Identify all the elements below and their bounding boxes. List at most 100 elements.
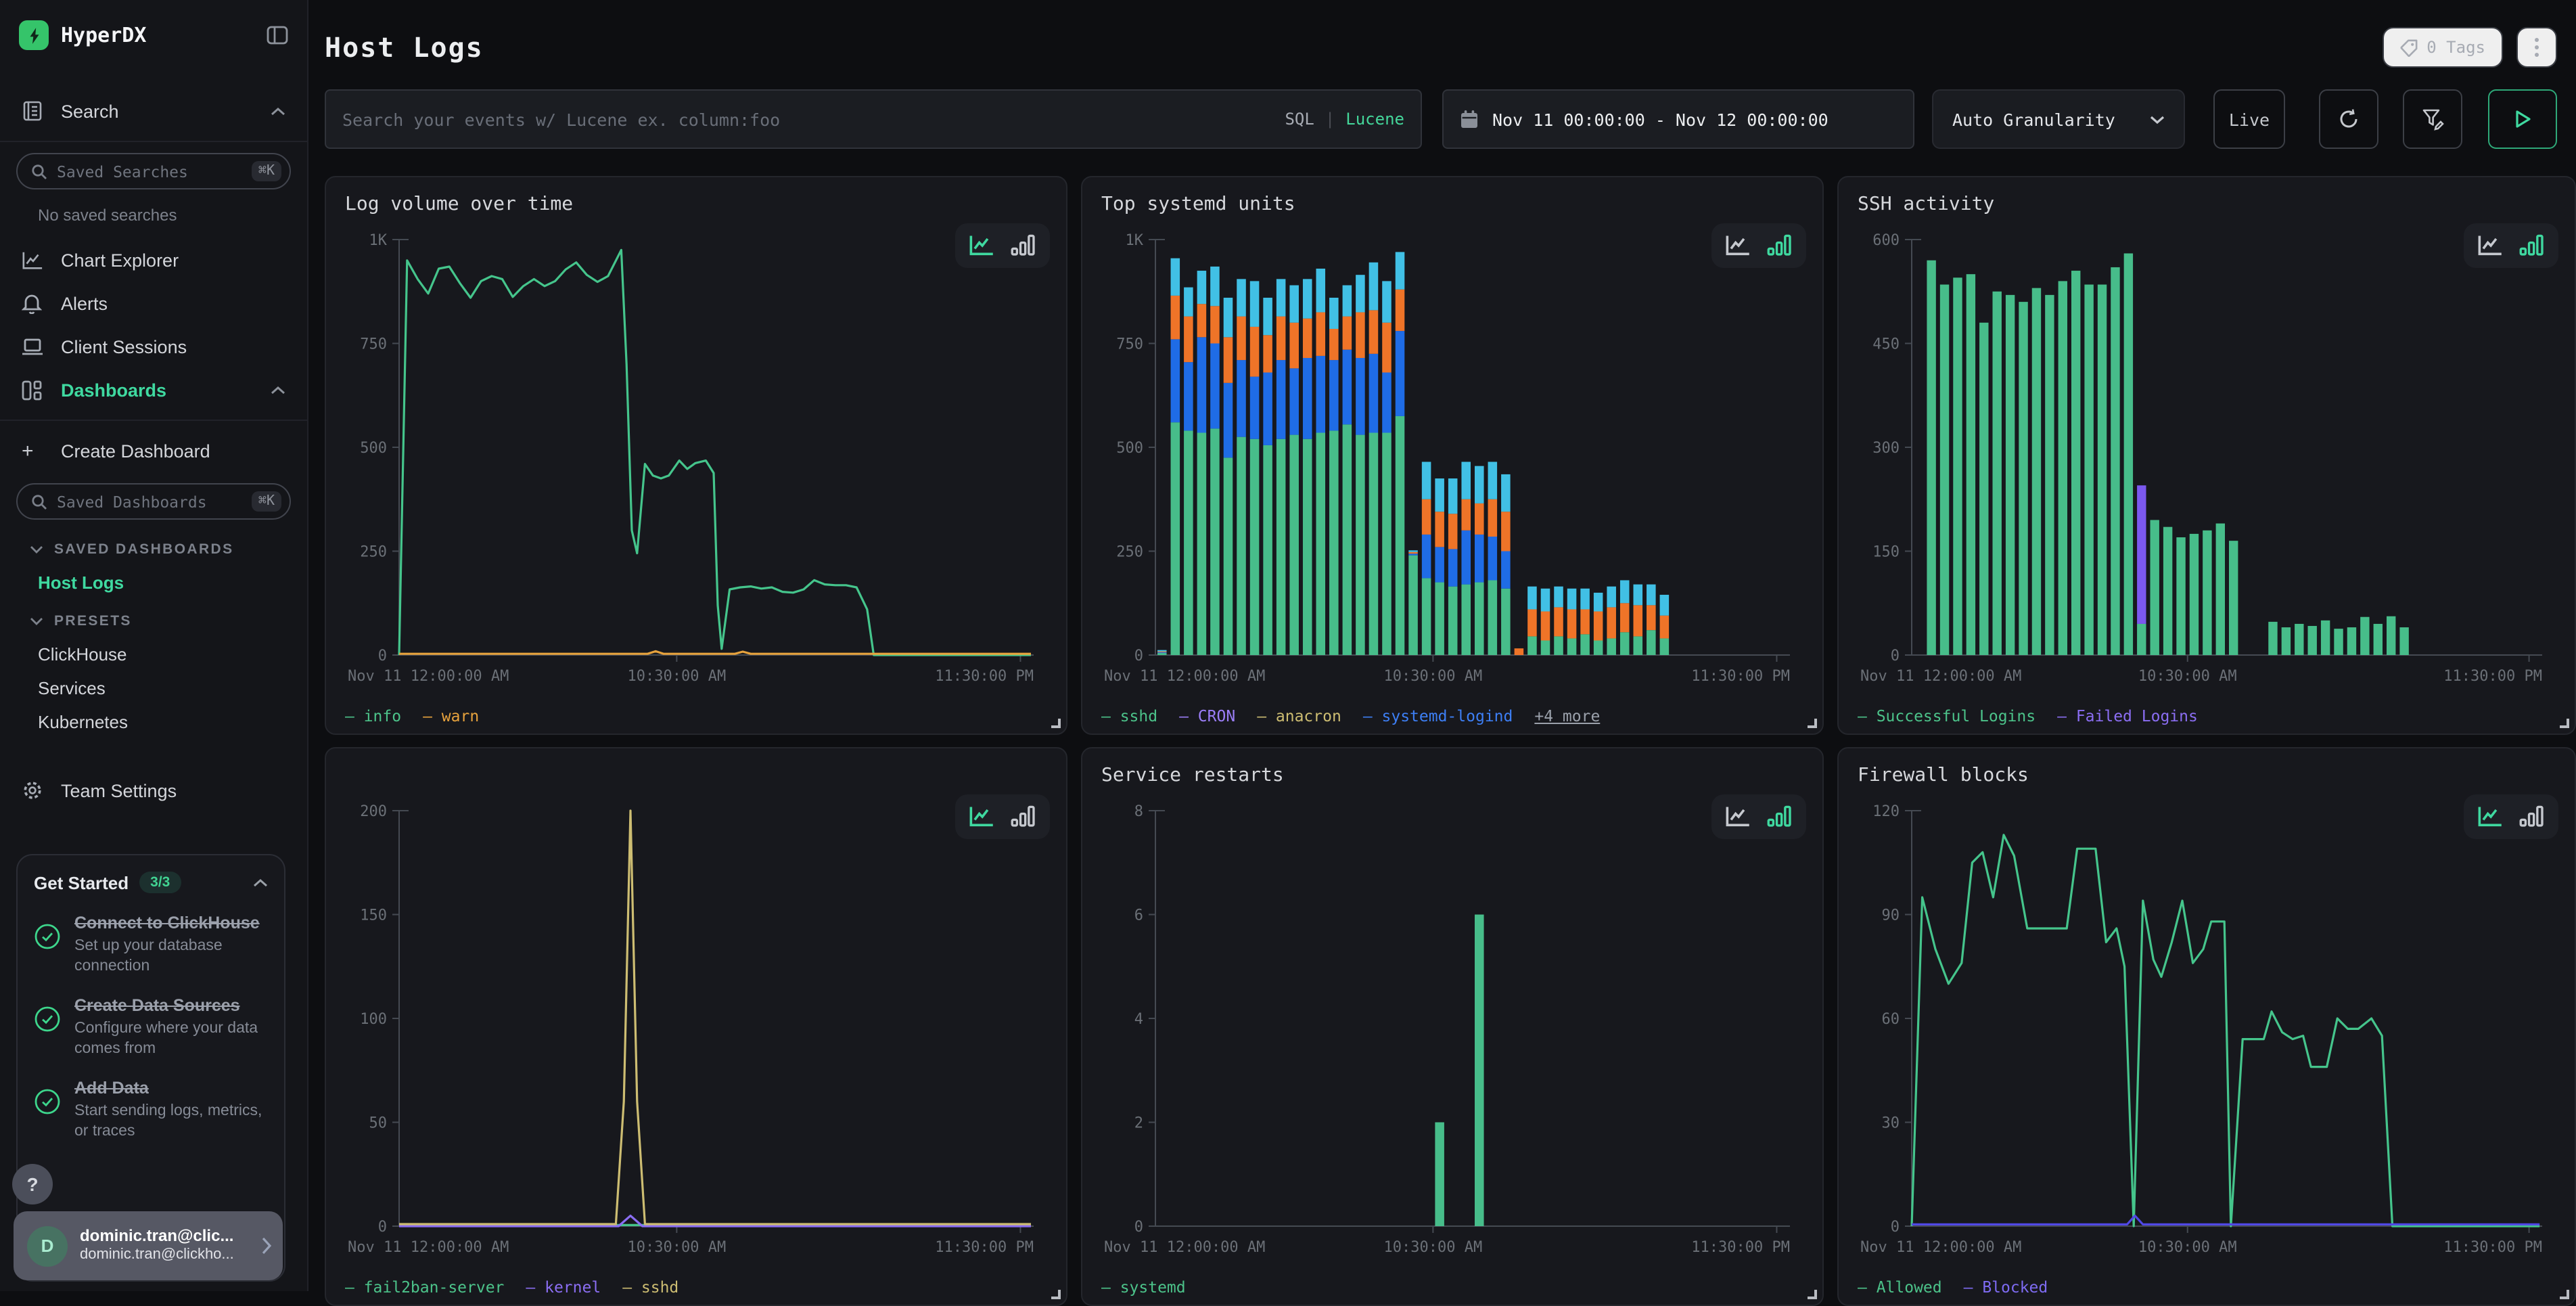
presets-section-header[interactable]: PRESETS (0, 600, 307, 637)
panel-menu-button[interactable] (2516, 27, 2557, 68)
sidebar-item-dashboards[interactable]: Dashboards (0, 368, 307, 411)
resize-handle[interactable] (1808, 1290, 1817, 1299)
user-name: dominic.tran@clic... (80, 1226, 234, 1246)
svg-text:0: 0 (1134, 648, 1143, 665)
svg-text:8: 8 (1134, 803, 1143, 820)
legend-item[interactable]: — warn (423, 706, 479, 725)
sidebar-item-team-settings[interactable]: Team Settings (0, 769, 307, 812)
chart-plot[interactable]: 02505007501KNov 11 12:00:00 AM10:30:00 A… (345, 223, 1047, 698)
saved-dashboards-input[interactable] (57, 492, 252, 511)
chart-plot[interactable]: 02505007501KNov 11 12:00:00 AM10:30:00 A… (1101, 223, 1803, 698)
legend-item[interactable]: — systemd (1101, 1278, 1186, 1297)
filter-button[interactable] (2403, 89, 2462, 149)
legend-item[interactable]: — Blocked (1964, 1278, 2048, 1297)
legend-item[interactable]: — systemd-logind (1363, 706, 1513, 725)
legend-item[interactable]: — sshd (622, 1278, 678, 1297)
svg-text:60: 60 (1882, 1011, 1900, 1028)
kbd-shortcut: ⌘K (252, 161, 281, 181)
bar-chart-icon[interactable] (2519, 805, 2545, 828)
legend-item[interactable]: — kernel (526, 1278, 601, 1297)
line-chart-icon[interactable] (969, 234, 994, 257)
legend-item[interactable]: — Allowed (1858, 1278, 1942, 1297)
line-chart-icon[interactable] (2477, 805, 2503, 828)
svg-text:0: 0 (1891, 1219, 1900, 1236)
panel-ssh-activity: SSH activity0150300450600Nov 11 12:00:00… (1837, 176, 2576, 735)
svg-text:120: 120 (1872, 803, 1900, 820)
create-dashboard-button[interactable]: + Create Dashboard (0, 429, 307, 472)
saved-dashboards-section-header[interactable]: SAVED DASHBOARDS (0, 528, 307, 566)
page-title: Host Logs (325, 31, 2382, 64)
date-range-picker[interactable]: Nov 11 00:00:00 - Nov 12 00:00:00 (1442, 89, 1914, 149)
bar-chart-icon[interactable] (2519, 234, 2545, 257)
svg-text:10:30:00 AM: 10:30:00 AM (2138, 668, 2237, 685)
calendar-icon (1460, 110, 1479, 129)
resize-handle[interactable] (1808, 719, 1817, 728)
get-started-item[interactable]: Create Data Sources Configure where your… (34, 995, 268, 1058)
chart-view-toggle (1711, 223, 1806, 268)
chart-plot[interactable]: 050100150200Nov 11 12:00:00 AM10:30:00 A… (345, 794, 1047, 1269)
chart-plot[interactable]: 0306090120Nov 11 12:00:00 AM10:30:00 AM1… (1858, 794, 2556, 1269)
chart-legend: — Allowed — Blocked (1858, 1278, 2556, 1297)
svg-text:30: 30 (1882, 1115, 1900, 1132)
line-chart-icon[interactable] (1725, 234, 1751, 257)
chart-plot[interactable]: 0150300450600Nov 11 12:00:00 AM10:30:00 … (1858, 223, 2556, 698)
sidebar-item-services[interactable]: Services (0, 671, 307, 705)
sidebar-item-alerts[interactable]: Alerts (0, 282, 307, 325)
chevron-up-icon (271, 106, 285, 116)
sidebar-item-client-sessions[interactable]: Client Sessions (0, 325, 307, 368)
svg-text:11:30:00 PM: 11:30:00 PM (1691, 1239, 1790, 1256)
legend-item[interactable]: — fail2ban-server (345, 1278, 504, 1297)
sql-toggle[interactable]: SQL (1285, 110, 1314, 129)
svg-text:250: 250 (360, 544, 387, 561)
bar-chart-icon[interactable] (1767, 805, 1793, 828)
live-button[interactable]: Live (2213, 89, 2285, 149)
plus-icon: + (22, 439, 45, 462)
check-circle-icon (34, 923, 61, 976)
panel-firewall-blocks: Firewall blocks0306090120Nov 11 12:00:00… (1837, 747, 2576, 1306)
legend-item[interactable]: — sshd (1101, 706, 1157, 725)
user-menu[interactable]: D dominic.tran@clic... dominic.tran@clic… (14, 1211, 283, 1280)
help-button[interactable]: ? (12, 1164, 53, 1204)
chart-legend: — systemd (1101, 1278, 1803, 1297)
resize-handle[interactable] (1051, 1290, 1061, 1299)
sidebar-item-search[interactable]: Search (0, 89, 307, 133)
get-started-item-desc: Configure where your data comes from (74, 1020, 268, 1059)
run-query-button[interactable] (2488, 89, 2557, 149)
collapse-sidebar-icon[interactable] (267, 26, 288, 45)
granularity-value: Auto Granularity (1952, 109, 2115, 129)
sidebar-item-chart-explorer[interactable]: Chart Explorer (0, 238, 307, 282)
line-chart-icon[interactable] (1725, 805, 1751, 828)
chart-plot[interactable]: 02468Nov 11 12:00:00 AM10:30:00 AM11:30:… (1101, 794, 1803, 1269)
sidebar-item-label: Search (61, 101, 271, 121)
bar-chart-icon[interactable] (1011, 805, 1036, 828)
svg-text:100: 100 (360, 1011, 387, 1028)
line-chart-icon[interactable] (2477, 234, 2503, 257)
line-chart-icon[interactable] (969, 805, 994, 828)
legend-more-link[interactable]: +4 more (1534, 706, 1600, 725)
granularity-select[interactable]: Auto Granularity (1932, 89, 2185, 149)
resize-handle[interactable] (2560, 1290, 2569, 1299)
sidebar-item-clickhouse[interactable]: ClickHouse (0, 637, 307, 671)
bar-chart-icon[interactable] (1767, 234, 1793, 257)
sidebar-item-kubernetes[interactable]: Kubernetes (0, 705, 307, 739)
legend-item[interactable]: — anacron (1257, 706, 1341, 725)
bar-chart-icon[interactable] (1011, 234, 1036, 257)
saved-searches-input[interactable] (57, 162, 252, 181)
tags-button[interactable]: 0 Tags (2382, 27, 2503, 68)
resize-handle[interactable] (1051, 719, 1061, 728)
legend-item[interactable]: — Successful Logins (1858, 706, 2036, 725)
event-search-input[interactable] (342, 109, 1285, 129)
lucene-toggle[interactable]: Lucene (1346, 110, 1404, 129)
get-started-header[interactable]: Get Started 3/3 (34, 872, 268, 893)
svg-text:10:30:00 AM: 10:30:00 AM (628, 668, 727, 685)
sidebar-item-host-logs[interactable]: Host Logs (0, 566, 307, 600)
get-started-item[interactable]: Add Data Start sending logs, metrics, or… (34, 1077, 268, 1141)
resize-handle[interactable] (2560, 719, 2569, 728)
chevron-right-icon (261, 1237, 272, 1255)
legend-item[interactable]: — CRON (1179, 706, 1235, 725)
legend-item[interactable]: — Failed Logins (2057, 706, 2198, 725)
get-started-item[interactable]: Connect to ClickHouse Set up your databa… (34, 912, 268, 976)
svg-text:90: 90 (1882, 907, 1900, 924)
legend-item[interactable]: — info (345, 706, 401, 725)
refresh-button[interactable] (2319, 89, 2378, 149)
